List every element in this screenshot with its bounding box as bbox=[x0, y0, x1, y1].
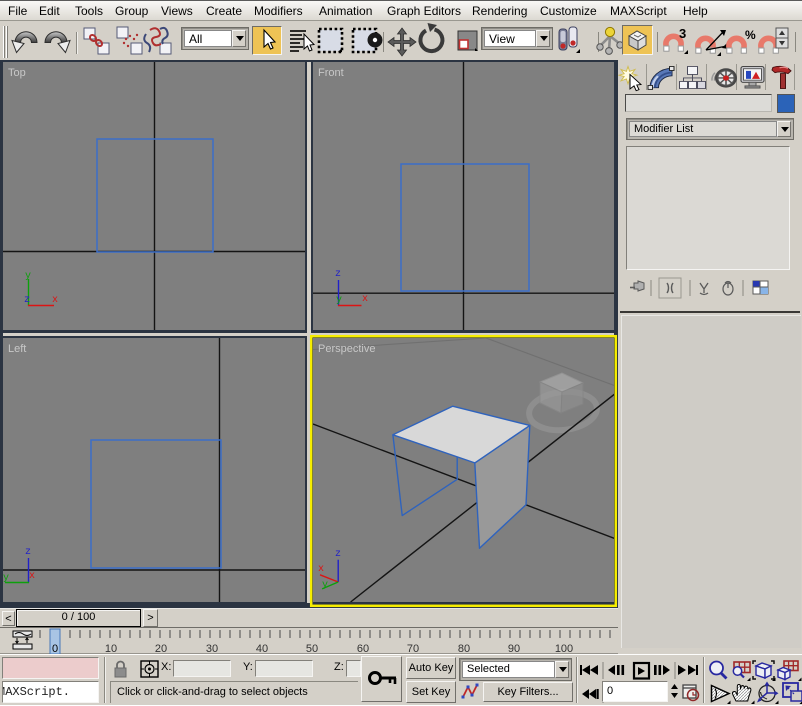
svg-text:z: z bbox=[25, 547, 31, 558]
svg-text:x: x bbox=[52, 295, 58, 306]
svg-text:z: z bbox=[335, 269, 341, 280]
svg-text:y: y bbox=[336, 295, 342, 306]
svg-text:40: 40 bbox=[256, 643, 268, 654]
svg-text:Front: Front bbox=[318, 67, 344, 79]
svg-text:z: z bbox=[24, 295, 30, 306]
svg-text:x: x bbox=[29, 571, 35, 582]
svg-text:y: y bbox=[3, 573, 9, 584]
svg-text:Perspective: Perspective bbox=[318, 343, 375, 355]
svg-text:Top: Top bbox=[8, 67, 26, 79]
svg-text:100: 100 bbox=[555, 643, 573, 654]
svg-text:70: 70 bbox=[407, 643, 419, 654]
svg-text:y: y bbox=[25, 271, 31, 282]
svg-text:30: 30 bbox=[206, 643, 218, 654]
svg-text:0: 0 bbox=[52, 643, 58, 654]
svg-text:z: z bbox=[335, 549, 341, 560]
svg-text:10: 10 bbox=[105, 643, 117, 654]
svg-text:3: 3 bbox=[679, 26, 686, 41]
svg-text:20: 20 bbox=[155, 643, 167, 654]
svg-text:x: x bbox=[318, 564, 324, 575]
svg-text:%: % bbox=[745, 28, 756, 42]
svg-text:Left: Left bbox=[8, 343, 26, 355]
svg-text:80: 80 bbox=[458, 643, 470, 654]
svg-text:x: x bbox=[362, 294, 368, 305]
svg-text:60: 60 bbox=[357, 643, 369, 654]
svg-text:y: y bbox=[322, 580, 328, 591]
svg-text:50: 50 bbox=[306, 643, 318, 654]
svg-text:90: 90 bbox=[508, 643, 520, 654]
